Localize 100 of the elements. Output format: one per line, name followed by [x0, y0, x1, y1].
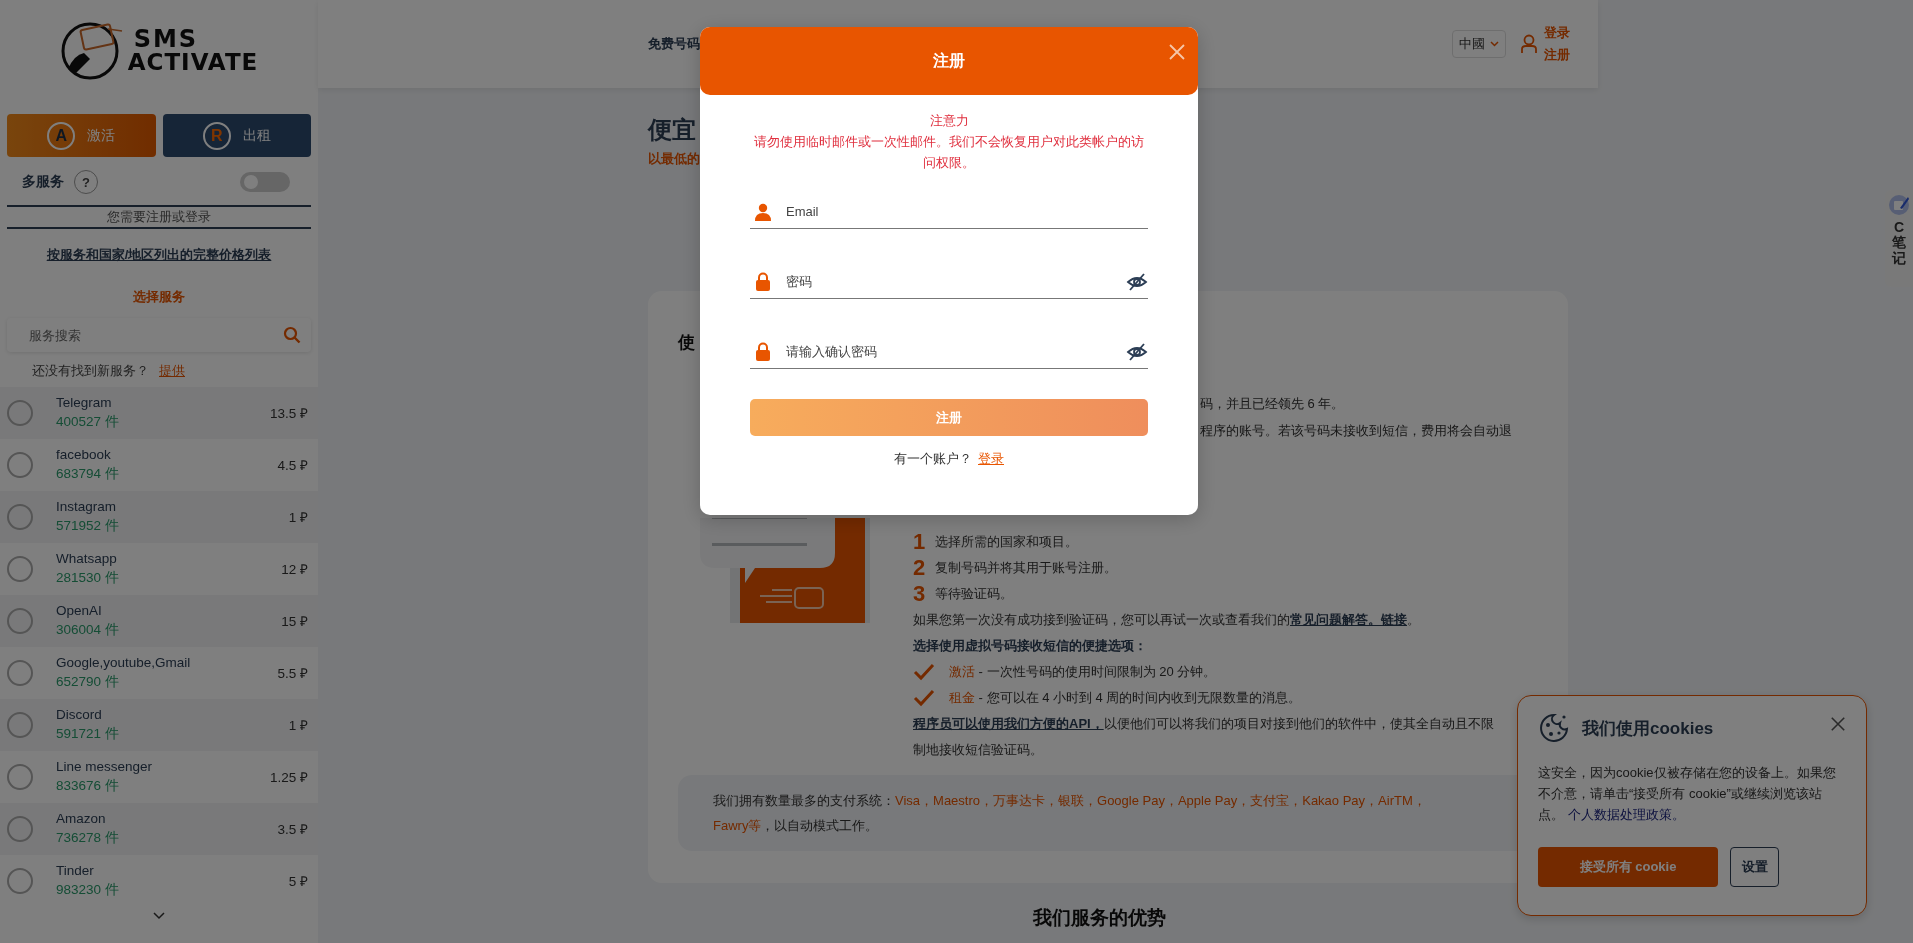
eye-slash-icon[interactable]	[1126, 271, 1148, 292]
letter-icon: A	[47, 121, 76, 150]
toggle-switch[interactable]	[240, 172, 290, 192]
service-price: 5.5 ₽	[277, 665, 308, 682]
price-list-link[interactable]: 按服务和国家/地区列出的完整价格列表	[0, 246, 318, 264]
caret-down-icon	[1490, 41, 1499, 47]
check-icon	[913, 689, 935, 707]
password-field[interactable]: 密码	[784, 273, 1114, 290]
options-title: 选择使用虚拟号码接收短信的便捷选项：	[913, 637, 1148, 655]
cookie-text: 这安全，因为cookie仅被存储在您的设备上。如果您不介意，请单击“接受所有 cookie”或继续浏览该站点。 个人数据处理政策。	[1538, 764, 1837, 824]
activate-button[interactable]: A 激活	[7, 114, 156, 157]
register-link[interactable]: 注册	[1544, 46, 1570, 64]
service-price: 13.5 ₽	[269, 405, 308, 422]
radio-button[interactable]	[7, 660, 33, 686]
service-count: 833676 件	[56, 777, 120, 795]
service-item[interactable]: Amazon 736278 件 3.5 ₽	[0, 803, 318, 855]
service-name: OpenAI	[56, 603, 103, 618]
radio-button[interactable]	[7, 452, 33, 478]
settings-button[interactable]: 设置	[1730, 847, 1779, 887]
radio-button[interactable]	[7, 504, 33, 530]
service-item[interactable]: OpenAI 306004 件 15 ₽	[0, 595, 318, 647]
close-icon[interactable]	[1830, 716, 1846, 732]
logo-text: SMS	[133, 26, 200, 51]
service-price: 12 ₽	[281, 561, 308, 578]
logo-text: ACTIVATE	[127, 50, 259, 74]
step-text: 复制号码并将其用于账号注册。	[935, 559, 1117, 577]
service-name: Telegram	[56, 395, 113, 410]
service-item[interactable]: Telegram 400527 件 13.5 ₽	[0, 387, 318, 439]
service-price: 1.25 ₽	[269, 769, 308, 786]
service-name: Line messenger	[56, 759, 153, 774]
service-name: facebook	[56, 447, 112, 462]
service-item[interactable]: Whatsapp 281530 件 12 ₽	[0, 543, 318, 595]
step-text: 选择所需的国家和项目。	[935, 533, 1078, 551]
accept-cookies-button[interactable]: 接受所有 cookie	[1538, 847, 1718, 887]
privacy-policy-link[interactable]: 个人数据处理政策。	[1567, 807, 1685, 822]
service-count: 652790 件	[56, 673, 120, 691]
service-item[interactable]: facebook 683794 件 4.5 ₽	[0, 439, 318, 491]
service-item[interactable]: Instagram 571952 件 1 ₽	[0, 491, 318, 543]
service-item[interactable]: Line messenger 833676 件 1.25 ₽	[0, 751, 318, 803]
step-text: 等待验证码。	[935, 585, 1013, 603]
service-count: 306004 件	[56, 621, 119, 639]
step-number: 1	[913, 529, 925, 555]
service-name: Google,youtube,Gmail	[56, 655, 191, 670]
step-number: 2	[913, 555, 925, 581]
lock-icon	[754, 271, 772, 292]
section-title: 选择服务	[132, 288, 186, 306]
radio-button[interactable]	[7, 400, 33, 426]
radio-button[interactable]	[7, 764, 33, 790]
service-item[interactable]: Google,youtube,Gmail 652790 件 5.5 ₽	[0, 647, 318, 699]
note-icon[interactable]	[1888, 194, 1910, 216]
service-name: Amazon	[56, 811, 107, 826]
user-icon[interactable]	[1520, 34, 1538, 54]
account-prompt: 有一个账户？	[894, 451, 972, 466]
cookie-icon	[1538, 712, 1570, 744]
language-select[interactable]: 中國	[1452, 30, 1506, 58]
language-label: 中國	[1459, 35, 1485, 53]
service-price: 4.5 ₽	[277, 457, 308, 474]
radio-button[interactable]	[7, 608, 33, 634]
service-count: 983230 件	[56, 881, 119, 899]
suggest-text: 还没有找到新服务？	[32, 363, 149, 378]
api-link[interactable]: 程序员可以使用我们方便的API，	[913, 716, 1104, 731]
notice-text: 请勿使用临时邮件或一次性邮件。我们不会恢复用户对此类帐户的访问权限。	[753, 133, 1145, 172]
service-count: 281530 件	[56, 569, 119, 587]
radio-button[interactable]	[7, 816, 33, 842]
eye-slash-icon[interactable]	[1126, 341, 1148, 362]
register-button[interactable]: 注册	[750, 399, 1148, 436]
radio-button[interactable]	[7, 556, 33, 582]
login-link[interactable]: 登录	[1544, 24, 1570, 42]
login-link[interactable]: 登录	[978, 451, 1004, 466]
check-icon	[913, 663, 935, 681]
search-field[interactable]: 服务搜索	[27, 326, 283, 344]
search-icon[interactable]	[283, 326, 301, 344]
option-text: 租金 - 您可以在 4 小时到 4 周的时间内收到无限数量的消息。	[949, 689, 1302, 707]
notice-title: 注意力	[928, 112, 970, 130]
chevron-down-icon[interactable]	[153, 912, 165, 920]
card-heading: 使	[678, 332, 695, 354]
service-price: 1 ₽	[288, 509, 308, 526]
page-subtitle: 以最低的	[648, 150, 700, 168]
intro-text: 程序的账号。若该号码未接收到短信，费用将会自动退	[1200, 422, 1513, 440]
service-price: 1 ₽	[288, 717, 308, 734]
service-item[interactable]: Discord 591721 件 1 ₽	[0, 699, 318, 751]
password-field[interactable]: 请输入确认密码	[784, 343, 1114, 360]
rent-button[interactable]: R 出租	[162, 114, 311, 157]
service-name: Discord	[56, 707, 103, 722]
intro-text: 码，并且已经领先 6 年。	[1200, 395, 1346, 413]
service-price: 5 ₽	[288, 873, 308, 890]
nav-link[interactable]: 免费号码	[648, 35, 700, 53]
suggest-link[interactable]: 提供	[159, 363, 185, 378]
radio-button[interactable]	[7, 712, 33, 738]
service-count: 400527 件	[56, 413, 119, 431]
email-field[interactable]: Email	[784, 203, 1148, 220]
service-name: Whatsapp	[56, 551, 118, 566]
faq-link[interactable]: 常见问题解答。链接	[1290, 612, 1407, 627]
service-item[interactable]: Tinder 983230 件 5 ₽	[0, 855, 318, 907]
radio-button[interactable]	[7, 868, 33, 894]
step-number: 3	[913, 581, 925, 607]
note-label[interactable]: C笔记	[1892, 220, 1906, 267]
page-title: 便宜	[648, 115, 696, 145]
service-count: 571952 件	[56, 517, 119, 535]
letter-icon: R	[202, 121, 231, 150]
